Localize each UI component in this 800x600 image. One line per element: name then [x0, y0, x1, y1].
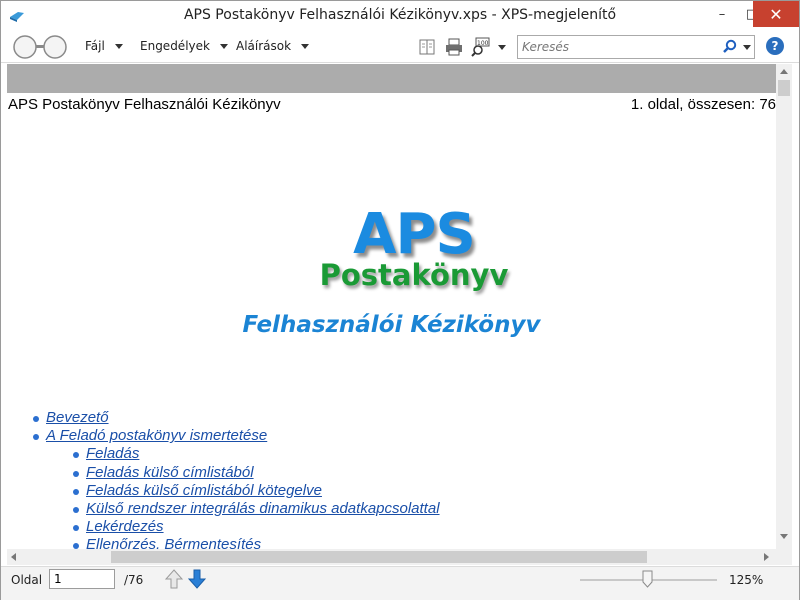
menu-file-label: Fájl [85, 39, 105, 53]
toc-link[interactable]: Ellenőrzés, Bérmentesítés [86, 536, 261, 549]
toc-bullet [33, 434, 39, 441]
horizontal-scroll-thumb[interactable] [111, 551, 647, 563]
previous-page-arrow-icon[interactable] [165, 569, 183, 589]
help-icon[interactable]: ? [766, 37, 784, 55]
toc-link[interactable]: Bevezető [46, 409, 109, 426]
scroll-corner [776, 549, 792, 565]
zoom-level: 125% [729, 573, 764, 587]
status-bar: Oldal /76 125% [1, 566, 799, 600]
toc-link[interactable]: Feladás külső címlistából kötegelve [86, 482, 322, 499]
chevron-down-icon [301, 43, 310, 49]
zoom-icon[interactable]: 100 [471, 37, 491, 57]
page-label: Oldal [11, 573, 43, 587]
next-page-arrow-icon[interactable] [188, 569, 206, 589]
search-input[interactable] [522, 39, 712, 55]
menu-permissions-label: Engedélyek [140, 39, 210, 53]
toc-bullet [73, 452, 79, 459]
page-gap [7, 64, 776, 93]
zoom-dropdown-caret-icon[interactable] [498, 45, 506, 50]
menu-signatures[interactable]: Aláírások [236, 39, 310, 53]
toolbar: Fájl Engedélyek Aláírások 100 Keresés ? [1, 31, 799, 63]
search-icon[interactable] [722, 39, 738, 55]
menu-signatures-label: Aláírások [236, 39, 292, 53]
menu-file[interactable]: Fájl [85, 39, 123, 53]
document-viewport[interactable]: APS Postakönyv Felhasználói Kézikönyv 1.… [7, 64, 776, 549]
toc-link[interactable]: Feladás külső címlistából [86, 464, 254, 481]
window-title: APS Postakönyv Felhasználói Kézikönyv.xp… [183, 7, 617, 23]
chevron-down-icon [114, 43, 123, 49]
print-icon[interactable] [444, 37, 464, 57]
scroll-down-arrow-icon[interactable] [780, 534, 788, 539]
search-options-caret-icon[interactable] [743, 45, 751, 50]
page-total: /76 [124, 573, 144, 587]
horizontal-scrollbar[interactable] [7, 549, 776, 565]
document-header-title: APS Postakönyv Felhasználói Kézikönyv [8, 96, 281, 113]
scroll-left-arrow-icon[interactable] [11, 553, 16, 561]
toc-bullet [73, 507, 79, 513]
scroll-up-arrow-icon[interactable] [780, 69, 788, 74]
logo-postakonyv-text: Postakönyv [319, 258, 509, 292]
page-number-input[interactable] [49, 569, 115, 589]
aps-logo: APS Postakönyv [309, 202, 519, 302]
minimize-button[interactable]: – [707, 1, 737, 27]
reading-view-icon[interactable] [417, 37, 437, 57]
vertical-scroll-thumb[interactable] [778, 80, 790, 96]
title-bar: APS Postakönyv Felhasználói Kézikönyv.xp… [1, 1, 799, 31]
chevron-down-icon [219, 43, 228, 49]
toc-link[interactable]: Lekérdezés [86, 518, 164, 535]
close-button[interactable]: ✕ [753, 1, 799, 27]
toc-link[interactable]: Külső rendszer integrálás dinamikus adat… [86, 500, 440, 517]
document-header-page: 1. oldal, összesen: 76 [630, 96, 776, 113]
search-box[interactable] [517, 35, 755, 59]
xps-viewer-window: APS Postakönyv Felhasználói Kézikönyv.xp… [0, 0, 800, 600]
toc-bullet [73, 470, 79, 477]
toc-link[interactable]: Feladás [86, 445, 139, 462]
back-forward-icon[interactable] [11, 34, 69, 60]
vertical-scrollbar[interactable] [776, 64, 792, 549]
toc-link[interactable]: A Feladó postakönyv ismertetése [46, 427, 267, 444]
toc-bullet [33, 416, 39, 422]
scroll-right-arrow-icon[interactable] [764, 553, 769, 561]
document-title: Felhasználói Kézikönyv [242, 312, 541, 338]
menu-permissions[interactable]: Engedélyek [140, 39, 228, 53]
toc-bullet [73, 525, 79, 532]
toc-bullet [73, 488, 79, 495]
zoom-slider-thumb[interactable] [642, 570, 653, 588]
